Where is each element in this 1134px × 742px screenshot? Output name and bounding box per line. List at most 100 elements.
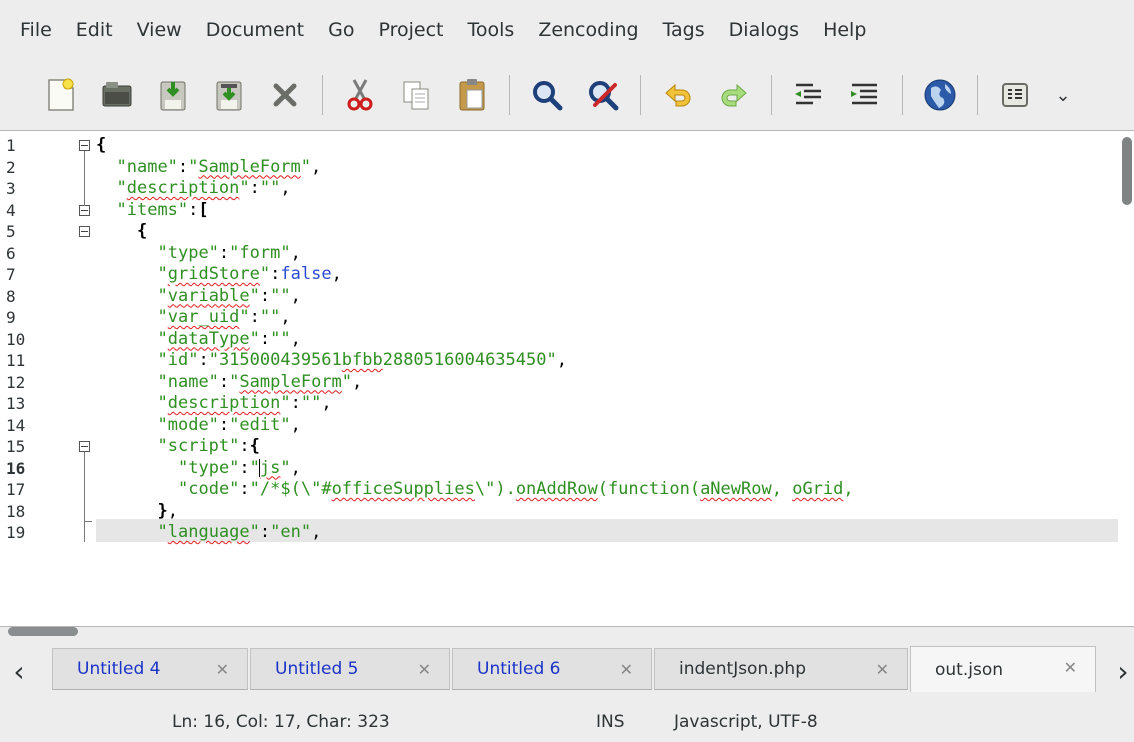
tab-indentjson-php[interactable]: indentJson.php ✕ <box>654 648 908 690</box>
tab-out-json[interactable]: out.json ✕ <box>910 646 1096 692</box>
code-line: "type":"js", <box>178 457 301 478</box>
toolbar-overflow-button[interactable]: ⌄ <box>1048 72 1078 118</box>
document-tabs: ‹ Untitled 4 ✕ Untitled 5 ✕ Untitled 6 ✕ inden… <box>0 644 1134 696</box>
undo-button[interactable] <box>655 72 701 118</box>
toolbar-separator <box>509 75 510 115</box>
vertical-scrollbar[interactable] <box>1122 137 1132 205</box>
line-number: 8 <box>6 286 16 306</box>
undo-icon <box>665 83 691 107</box>
status-bar: Ln: 16, Col: 17, Char: 323 INS Javascrip… <box>0 700 1134 742</box>
save-as-button[interactable] <box>206 72 252 118</box>
redo-icon <box>721 83 747 107</box>
code-line: "var_uid":"", <box>157 307 291 327</box>
redo-button[interactable] <box>711 72 757 118</box>
code-line: "description":"", <box>116 178 291 198</box>
line-number: 17 <box>6 480 26 499</box>
menu-tools[interactable]: Tools <box>456 19 527 41</box>
new-file-button[interactable] <box>38 72 84 118</box>
fold-toggle-icon[interactable] <box>79 140 90 151</box>
tab-label: Untitled 4 <box>77 659 161 679</box>
copy-button[interactable] <box>393 72 439 118</box>
line-number-gutter: 1 2 3 4 5 6 7 8 9 10 11 12 13 14 15 16 17 18 19 <box>0 131 62 626</box>
tab-close-icon[interactable]: ✕ <box>1064 658 1077 677</box>
line-number: 16 <box>6 458 26 478</box>
fold-toggle-icon[interactable] <box>79 441 90 452</box>
tab-close-icon[interactable]: ✕ <box>876 660 889 679</box>
tab-close-icon[interactable]: ✕ <box>216 660 229 679</box>
menu-help[interactable]: Help <box>811 19 878 41</box>
fold-guide <box>84 452 85 521</box>
replace-button[interactable] <box>580 72 626 118</box>
menu-bar: File Edit View Document Go Project Tools… <box>0 0 1134 60</box>
code-text-area[interactable]: { "name":"SampleForm", "description":"",… <box>96 131 1120 626</box>
file-type-encoding: Javascript, UTF-8 <box>674 712 818 732</box>
code-line: "type":"form", <box>157 242 301 263</box>
fold-toggle-icon[interactable] <box>79 204 90 216</box>
tab-label: indentJson.php <box>679 659 806 679</box>
menu-document[interactable]: Document <box>194 19 316 41</box>
paste-button[interactable] <box>449 72 495 118</box>
indent-icon <box>851 83 877 105</box>
tab-scroll-left-button[interactable]: ‹ <box>4 650 34 692</box>
tab-untitled-5[interactable]: Untitled 5 ✕ <box>250 648 450 690</box>
line-number: 18 <box>6 501 26 521</box>
unindent-icon <box>795 83 821 105</box>
menu-dialogs[interactable]: Dialogs <box>717 19 811 41</box>
tab-untitled-6[interactable]: Untitled 6 ✕ <box>452 648 652 690</box>
new-file-icon <box>48 78 74 111</box>
toolbar: ⌄ <box>0 62 1134 128</box>
code-line: }, <box>157 500 179 521</box>
save-file-button[interactable] <box>150 72 196 118</box>
menu-view[interactable]: View <box>125 19 194 41</box>
line-number: 2 <box>6 157 16 177</box>
toolbar-separator <box>640 75 641 115</box>
line-number: 4 <box>6 200 16 220</box>
menu-project[interactable]: Project <box>366 19 455 41</box>
fold-end-marker <box>84 520 92 522</box>
code-line: "gridStore":false, <box>157 264 342 284</box>
fold-toggle-icon[interactable] <box>79 226 90 237</box>
open-file-button[interactable] <box>94 72 140 118</box>
tab-scroll-right-button[interactable]: › <box>1108 650 1134 692</box>
menu-zencoding[interactable]: Zencoding <box>526 19 650 41</box>
find-button[interactable] <box>524 72 570 118</box>
line-number: 12 <box>6 372 26 392</box>
scissors-icon <box>347 79 373 111</box>
preview-browser-button[interactable] <box>917 72 963 118</box>
toolbar-separator <box>902 75 903 115</box>
horizontal-scrollbar-track <box>0 627 1134 640</box>
tab-close-icon[interactable]: ✕ <box>620 660 633 679</box>
horizontal-scrollbar[interactable] <box>8 627 78 636</box>
line-number: 14 <box>6 415 26 435</box>
search-icon <box>533 81 563 111</box>
paste-icon <box>459 79 485 111</box>
menu-edit[interactable]: Edit <box>64 19 125 41</box>
code-line: { <box>96 135 107 155</box>
code-line: { <box>137 221 148 241</box>
toolbar-separator <box>322 75 323 115</box>
toolbar-separator <box>977 75 978 115</box>
charmap-icon <box>1002 83 1028 107</box>
indent-button[interactable] <box>842 72 888 118</box>
code-line: "dataType":"", <box>157 328 301 349</box>
save-icon <box>160 81 186 111</box>
cut-button[interactable] <box>337 72 383 118</box>
fold-guide <box>84 522 85 542</box>
line-number: 19 <box>6 523 26 542</box>
show-hidden-button[interactable] <box>992 72 1038 118</box>
menu-go[interactable]: Go <box>316 19 366 41</box>
code-editor[interactable]: 1 2 3 4 5 6 7 8 9 10 11 12 13 14 15 16 17 18 19 { "name":"… <box>0 130 1134 627</box>
find-replace-icon <box>589 81 619 111</box>
close-file-button[interactable] <box>262 72 308 118</box>
menu-file[interactable]: File <box>10 19 64 41</box>
tab-label: Untitled 6 <box>477 659 561 679</box>
line-number: 3 <box>6 179 16 198</box>
tab-close-icon[interactable]: ✕ <box>418 660 431 679</box>
tab-untitled-4[interactable]: Untitled 4 ✕ <box>52 648 248 690</box>
code-line: "mode":"edit", <box>157 414 301 435</box>
unindent-button[interactable] <box>786 72 832 118</box>
menu-tags[interactable]: Tags <box>651 19 717 41</box>
line-number: 7 <box>6 265 16 284</box>
code-line: "id":"315000439561bfbb2880516004635450", <box>157 350 567 370</box>
code-line: "code":"/*$(\"#officeSupplies\").onAddRo… <box>178 479 854 499</box>
